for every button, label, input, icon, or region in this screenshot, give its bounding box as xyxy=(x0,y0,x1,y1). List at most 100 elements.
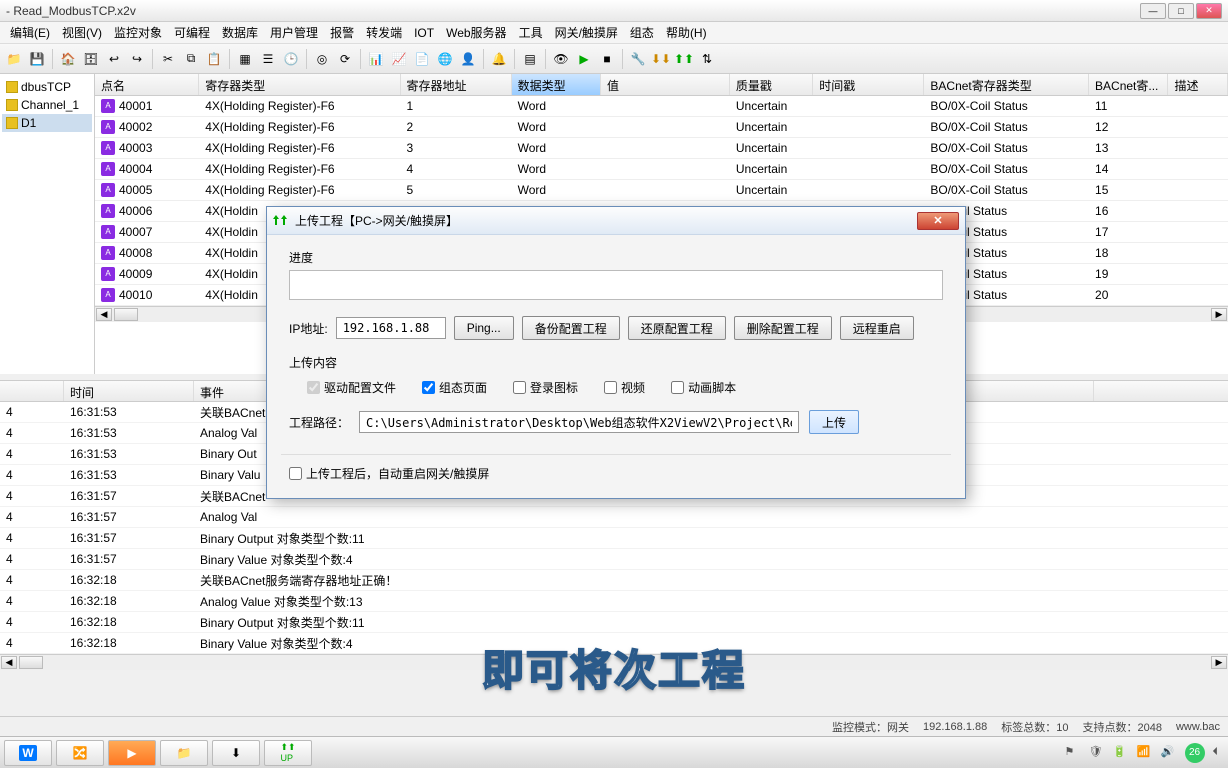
log-row[interactable]: 416:31:57Binary Value 对象类型个数:4 xyxy=(0,549,1228,570)
tool-db-icon[interactable]: 🗄 xyxy=(81,49,101,69)
menu-item[interactable]: 监控对象 xyxy=(108,22,168,43)
menu-item[interactable]: Web服务器 xyxy=(440,22,512,43)
chk-driver[interactable]: 驱动配置文件 xyxy=(307,379,396,396)
ip-input[interactable] xyxy=(336,317,446,339)
tray-chevron-icon[interactable]: ⏴ xyxy=(1213,746,1219,759)
table-row[interactable]: A400034X(Holding Register)-F63WordUncert… xyxy=(95,138,1228,159)
minimize-button[interactable]: — xyxy=(1140,3,1166,19)
tool-save-icon[interactable]: 💾 xyxy=(27,49,47,69)
column-header[interactable]: BACnet寄... xyxy=(1089,74,1168,95)
tool-grid-icon[interactable]: ▦ xyxy=(235,49,255,69)
scroll-thumb[interactable] xyxy=(19,656,43,669)
log-row[interactable]: 416:31:57Binary Output 对象类型个数:11 xyxy=(0,528,1228,549)
scroll-left-icon[interactable]: ◀ xyxy=(96,308,112,321)
tree-item[interactable]: Channel_1 xyxy=(2,96,92,114)
menu-item[interactable]: 数据库 xyxy=(216,22,264,43)
tool-globe-icon[interactable]: 🌐 xyxy=(435,49,455,69)
tool-open-icon[interactable]: 📁 xyxy=(4,49,24,69)
task-upload[interactable]: ⬆⬆UP xyxy=(264,740,312,766)
path-input[interactable] xyxy=(359,411,799,433)
tool-play-icon[interactable]: ▶ xyxy=(574,49,594,69)
log-column-header[interactable] xyxy=(0,381,64,401)
tray-network-icon[interactable]: 📶 xyxy=(1137,745,1153,761)
chk-video[interactable]: 视频 xyxy=(604,379,645,396)
tool-back-icon[interactable]: ↩ xyxy=(104,49,124,69)
log-row[interactable]: 416:31:57Analog Val xyxy=(0,507,1228,528)
tool-eye-icon[interactable]: 👁 xyxy=(551,49,571,69)
table-row[interactable]: A400014X(Holding Register)-F61WordUncert… xyxy=(95,96,1228,117)
column-header[interactable]: 值 xyxy=(601,74,730,95)
tray-battery-icon[interactable]: 🔋 xyxy=(1113,745,1129,761)
tool-paste-icon[interactable]: 📋 xyxy=(204,49,224,69)
table-row[interactable]: A400024X(Holding Register)-F62WordUncert… xyxy=(95,117,1228,138)
column-header[interactable]: BACnet寄存器类型 xyxy=(924,74,1089,95)
dialog-titlebar[interactable]: 上传工程【PC->网关/触摸屏】 ✕ xyxy=(267,207,965,235)
delete-button[interactable]: 删除配置工程 xyxy=(734,316,832,340)
task-diagram[interactable]: 🔀 xyxy=(56,740,104,766)
log-column-header[interactable]: 时间 xyxy=(64,381,194,401)
tray-volume-icon[interactable]: 🔊 xyxy=(1161,745,1177,761)
tool-home-icon[interactable]: 🏠 xyxy=(58,49,78,69)
menu-item[interactable]: 转发端 xyxy=(360,22,408,43)
scroll-left-icon[interactable]: ◀ xyxy=(1,656,17,669)
scroll-right-icon[interactable]: ▶ xyxy=(1211,656,1227,669)
task-download[interactable]: ⬇ xyxy=(212,740,260,766)
chk-video-box[interactable] xyxy=(604,381,617,394)
ping-button[interactable]: Ping... xyxy=(454,316,514,340)
maximize-button[interactable]: □ xyxy=(1168,3,1194,19)
tool-fwd-icon[interactable]: ↪ xyxy=(127,49,147,69)
log-row[interactable]: 416:32:18关联BACnet服务端寄存器地址正确！ xyxy=(0,570,1228,591)
chk-hmi[interactable]: 组态页面 xyxy=(422,379,487,396)
table-row[interactable]: A400054X(Holding Register)-F65WordUncert… xyxy=(95,180,1228,201)
tray-badge[interactable]: 26 xyxy=(1185,743,1205,763)
menu-item[interactable]: 可编程 xyxy=(168,22,216,43)
table-row[interactable]: A400044X(Holding Register)-F64WordUncert… xyxy=(95,159,1228,180)
tool-download-icon[interactable]: ⬇⬇ xyxy=(651,49,671,69)
tree-item[interactable]: D1 xyxy=(2,114,92,132)
tool-stop-icon[interactable]: ■ xyxy=(597,49,617,69)
tool-report-icon[interactable]: 📄 xyxy=(412,49,432,69)
tool-trend-icon[interactable]: 📈 xyxy=(389,49,409,69)
column-header[interactable]: 寄存器类型 xyxy=(199,74,400,95)
tool-table-icon[interactable]: ▤ xyxy=(520,49,540,69)
task-explorer[interactable]: 📁 xyxy=(160,740,208,766)
chk-auto-reboot-box[interactable] xyxy=(289,467,302,480)
tool-refresh-icon[interactable]: ⟳ xyxy=(335,49,355,69)
tool-target-icon[interactable]: ◎ xyxy=(312,49,332,69)
menu-item[interactable]: 编辑(E) xyxy=(4,22,56,43)
tool-clock-icon[interactable]: 🕒 xyxy=(281,49,301,69)
menu-item[interactable]: 工具 xyxy=(513,22,549,43)
menu-item[interactable]: IOT xyxy=(408,24,440,42)
restore-button[interactable]: 还原配置工程 xyxy=(628,316,726,340)
chk-anim-box[interactable] xyxy=(671,381,684,394)
task-wps[interactable]: W xyxy=(4,740,52,766)
column-header[interactable]: 描述 xyxy=(1168,74,1228,95)
dialog-close-button[interactable]: ✕ xyxy=(917,212,959,230)
chk-login-box[interactable] xyxy=(513,381,526,394)
log-row[interactable]: 416:32:18Binary Output 对象类型个数:11 xyxy=(0,612,1228,633)
backup-button[interactable]: 备份配置工程 xyxy=(522,316,620,340)
task-play[interactable]: ▶ xyxy=(108,740,156,766)
tool-sync-icon[interactable]: ⇅ xyxy=(697,49,717,69)
column-header[interactable]: 数据类型 xyxy=(512,74,601,95)
chk-login[interactable]: 登录图标 xyxy=(513,379,578,396)
scroll-right-icon[interactable]: ▶ xyxy=(1211,308,1227,321)
column-header[interactable]: 寄存器地址 xyxy=(401,74,512,95)
menu-item[interactable]: 用户管理 xyxy=(264,22,324,43)
menu-item[interactable]: 视图(V) xyxy=(56,22,108,43)
chk-hmi-box[interactable] xyxy=(422,381,435,394)
column-header[interactable]: 点名 xyxy=(95,74,199,95)
upload-button[interactable]: 上传 xyxy=(809,410,859,434)
tree-item[interactable]: dbusTCP xyxy=(2,78,92,96)
tool-user-icon[interactable]: 👤 xyxy=(458,49,478,69)
tool-chart-icon[interactable]: 📊 xyxy=(366,49,386,69)
tool-wrench-icon[interactable]: 🔧 xyxy=(628,49,648,69)
tray-flag-icon[interactable]: ⚑ xyxy=(1065,745,1081,761)
tool-list-icon[interactable]: ☰ xyxy=(258,49,278,69)
menu-item[interactable]: 网关/触摸屏 xyxy=(549,22,624,43)
tool-alarm-icon[interactable]: 🔔 xyxy=(489,49,509,69)
column-header[interactable]: 质量戳 xyxy=(730,74,813,95)
scroll-thumb[interactable] xyxy=(114,308,138,321)
close-button[interactable]: ✕ xyxy=(1196,3,1222,19)
reboot-button[interactable]: 远程重启 xyxy=(840,316,914,340)
